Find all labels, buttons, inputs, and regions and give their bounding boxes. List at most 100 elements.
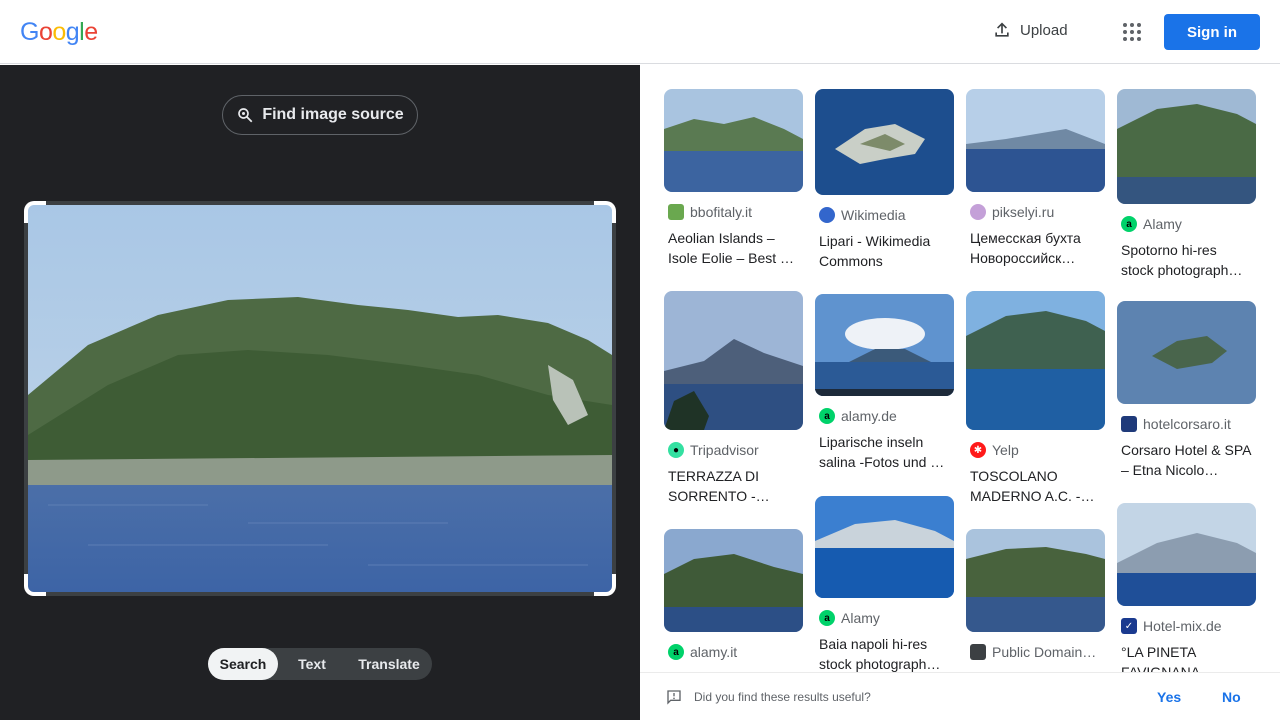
- result-thumbnail[interactable]: [1117, 301, 1256, 404]
- crop-edge[interactable]: [46, 201, 594, 205]
- yelp-favicon: ✱: [970, 442, 986, 458]
- tab-search[interactable]: Search: [208, 648, 278, 680]
- result-thumbnail[interactable]: [1117, 503, 1256, 606]
- result-thumbnail[interactable]: [815, 496, 954, 598]
- result-title[interactable]: TOSCOLANO MADERNO A.C. -…: [970, 466, 1101, 506]
- result-source-name: Alamy: [841, 610, 880, 626]
- result-card[interactable]: a Alamy Baia napoli hi-res stock photogra…: [815, 496, 954, 674]
- find-image-source-button[interactable]: Find image source: [222, 95, 418, 135]
- feedback-no-button[interactable]: No: [1222, 689, 1241, 705]
- feedback-question: Did you find these results useful?: [694, 689, 871, 704]
- crop-selection[interactable]: [24, 201, 616, 596]
- result-thumbnail[interactable]: [966, 291, 1105, 430]
- result-card[interactable]: pikselyi.ru Цемесская бухта Новороссийск…: [966, 89, 1105, 268]
- result-thumbnail[interactable]: [966, 89, 1105, 192]
- result-source: a Alamy: [1121, 216, 1256, 232]
- result-source-name: Tripadvisor: [690, 442, 759, 458]
- result-thumbnail[interactable]: [966, 529, 1105, 632]
- result-source: ✱ Yelp: [970, 442, 1105, 458]
- result-source-name: Public Domain…: [992, 644, 1097, 660]
- result-source: hotelcorsaro.it: [1121, 416, 1256, 432]
- result-card[interactable]: a alamy.de Liparische inseln salina -Foto…: [815, 294, 954, 472]
- find-image-source-label: Find image source: [262, 106, 404, 123]
- lens-search-icon: [238, 108, 253, 123]
- crop-handle-bottom-right[interactable]: [594, 574, 616, 596]
- result-source: pikselyi.ru: [970, 204, 1105, 220]
- result-title[interactable]: Spotorno hi-res stock photograph…: [1121, 240, 1252, 280]
- result-source: a alamy.it: [668, 644, 803, 660]
- result-title[interactable]: Liparische inseln salina -Fotos und …: [819, 432, 950, 472]
- result-source: Public Domain…: [970, 644, 1105, 660]
- crop-handle-top-left[interactable]: [24, 201, 46, 223]
- result-thumbnail[interactable]: [664, 291, 803, 430]
- result-source-name: pikselyi.ru: [992, 204, 1055, 220]
- logo-letter: o: [52, 18, 66, 46]
- result-source: a Alamy: [819, 610, 954, 626]
- mode-switcher: Search Text Translate: [208, 648, 432, 680]
- tab-text[interactable]: Text: [278, 648, 346, 680]
- visual-matches-panel: bbofitaly.it Aeolian Islands – Isole Eol…: [640, 65, 1280, 720]
- feedback-bar: Did you find these results useful? Yes N…: [640, 672, 1280, 720]
- result-card[interactable]: a alamy.it: [664, 529, 803, 660]
- result-thumbnail[interactable]: [1117, 89, 1256, 204]
- crop-handle-top-right[interactable]: [594, 201, 616, 223]
- logo-letter: g: [65, 18, 80, 46]
- crop-edge[interactable]: [46, 592, 594, 596]
- hotelcorsaro-favicon: [1121, 416, 1137, 432]
- alamy-favicon: a: [1121, 216, 1137, 232]
- result-source-name: bbofitaly.it: [690, 204, 752, 220]
- result-card[interactable]: a Alamy Spotorno hi-res stock photograph…: [1117, 89, 1256, 280]
- crop-handle-bottom-left[interactable]: [24, 574, 46, 596]
- logo-letter: G: [20, 18, 39, 46]
- result-card[interactable]: Wikimedia Lipari - Wikimedia Commons: [815, 89, 954, 271]
- top-bar: Google Upload Sign in: [0, 0, 1280, 64]
- apps-grid-icon[interactable]: [1120, 20, 1144, 44]
- query-image: [28, 205, 612, 592]
- logo-letter: e: [84, 18, 98, 46]
- result-title[interactable]: TERRAZZA DI SORRENTO -…: [668, 466, 799, 506]
- result-source: bbofitaly.it: [668, 204, 803, 220]
- result-source-name: Hotel-mix.de: [1143, 618, 1222, 634]
- result-thumbnail[interactable]: [815, 294, 954, 396]
- tripadvisor-favicon: ●: [668, 442, 684, 458]
- hotel-mix-favicon: ✓: [1121, 618, 1137, 634]
- tab-translate[interactable]: Translate: [346, 648, 432, 680]
- result-source: Wikimedia: [819, 207, 954, 223]
- upload-label: Upload: [1020, 21, 1068, 39]
- result-card[interactable]: ✓Hotel-mix.de °LA PINETA FAVIGNANA…: [1117, 503, 1256, 682]
- alamy-favicon: a: [668, 644, 684, 660]
- google-logo[interactable]: Google: [20, 18, 98, 47]
- upload-button[interactable]: Upload: [992, 20, 1068, 40]
- result-title[interactable]: Lipari - Wikimedia Commons: [819, 231, 950, 271]
- result-title[interactable]: Baia napoli hi-res stock photograph…: [819, 634, 950, 674]
- wikimedia-favicon: [819, 207, 835, 223]
- crop-edge[interactable]: [612, 223, 616, 574]
- result-title[interactable]: Corsaro Hotel & SPA – Etna Nicolo…: [1121, 440, 1252, 480]
- result-thumbnail[interactable]: [664, 529, 803, 632]
- result-card[interactable]: ✱ Yelp TOSCOLANO MADERNO A.C. -…: [966, 291, 1105, 506]
- result-source-name: Wikimedia: [841, 207, 906, 223]
- result-source: ✓ Hotel-mix.de: [1121, 618, 1256, 634]
- result-thumbnail[interactable]: [815, 89, 954, 195]
- feedback-icon: [667, 690, 681, 705]
- result-card[interactable]: ● Tripadvisor TERRAZZA DI SORRENTO -…: [664, 291, 803, 506]
- result-card[interactable]: hotelcorsaro.it Corsaro Hotel & SPA – Et…: [1117, 301, 1256, 480]
- result-source: ● Tripadvisor: [668, 442, 803, 458]
- result-title[interactable]: Aeolian Islands – Isole Eolie – Best …: [668, 228, 799, 268]
- query-image-panel: Find image source Search Text Translate: [0, 65, 640, 720]
- result-card[interactable]: bbofitaly.it Aeolian Islands – Isole Eol…: [664, 89, 803, 268]
- alamy-favicon: a: [819, 610, 835, 626]
- alamy-favicon: a: [819, 408, 835, 424]
- sign-in-button[interactable]: Sign in: [1164, 14, 1260, 50]
- pikselyi-favicon: [970, 204, 986, 220]
- result-thumbnail[interactable]: [664, 89, 803, 192]
- result-source-name: Alamy: [1143, 216, 1182, 232]
- result-source-name: alamy.de: [841, 408, 897, 424]
- public-domain-favicon: [970, 644, 986, 660]
- bbofitaly-favicon: [668, 204, 684, 220]
- feedback-yes-button[interactable]: Yes: [1157, 689, 1181, 705]
- crop-edge[interactable]: [24, 223, 28, 574]
- result-source: a alamy.de: [819, 408, 954, 424]
- result-card[interactable]: Public Domain…: [966, 529, 1105, 660]
- result-title[interactable]: Цемесская бухта Новороссийск…: [970, 228, 1101, 268]
